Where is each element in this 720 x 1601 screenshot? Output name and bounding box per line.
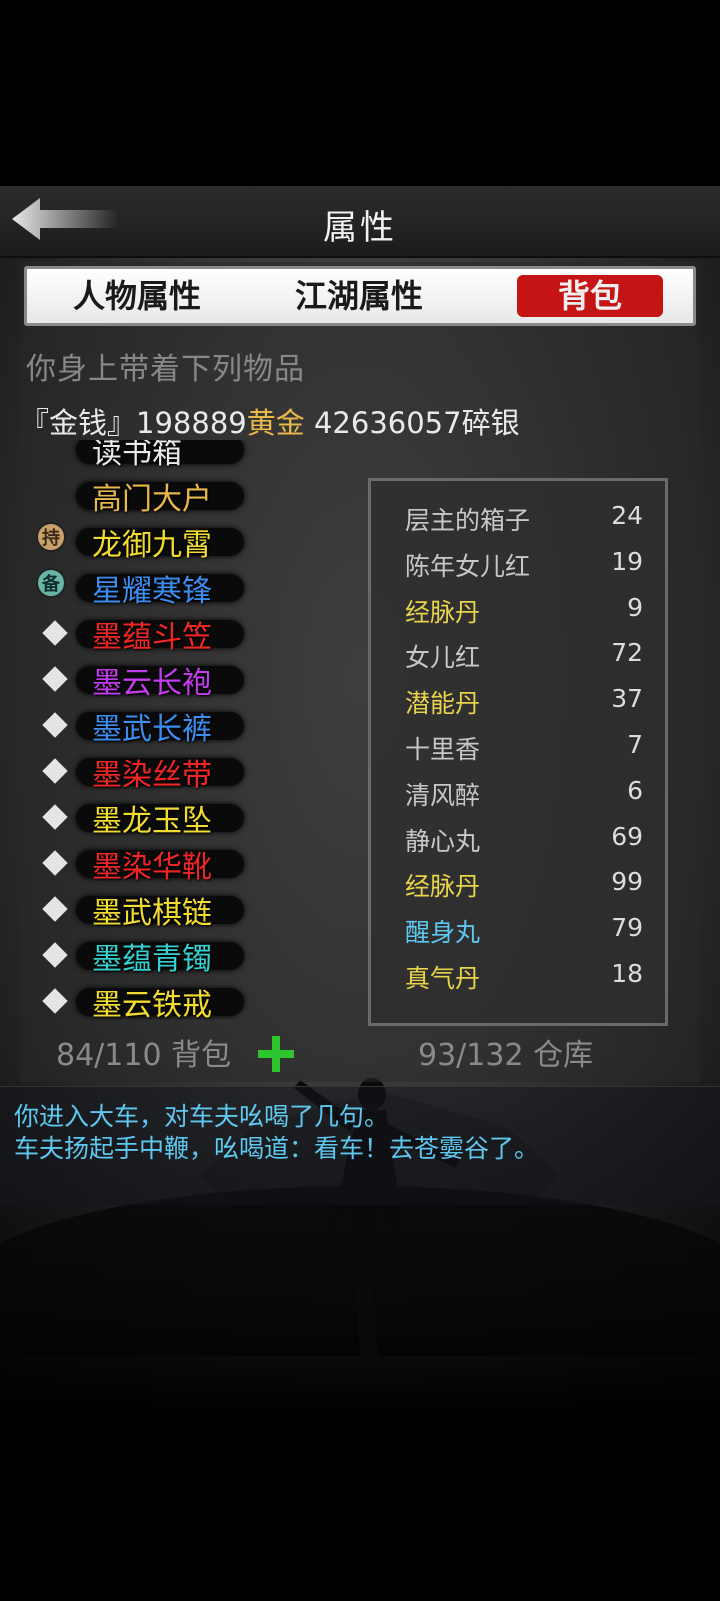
item-count: 69: [611, 821, 643, 851]
item-name: 醒身丸: [405, 918, 481, 948]
item-row[interactable]: 清风醉 6: [405, 772, 655, 818]
item-list-box: 层主的箱子 24 陈年女儿红 19 经脉丹 9 女儿红 72 潜能丹 37 十里香 7 清风醉 6 静心丸 6…: [368, 478, 668, 1026]
item-row[interactable]: 真气丹 18: [405, 955, 655, 1001]
wielding-badge-icon: 持: [36, 522, 66, 552]
equipment-item[interactable]: 高门大户: [30, 472, 360, 518]
bag-capacity: 84/110 背包: [56, 1038, 232, 1073]
item-count: 79: [611, 913, 643, 943]
silver-label: 碎银: [461, 406, 520, 440]
item-count: 7: [627, 730, 643, 759]
equipment-name: 墨武棋链: [92, 896, 212, 931]
equipment-item[interactable]: 备星耀寒锋: [30, 564, 360, 610]
item-count: 99: [611, 867, 643, 897]
equipment-name: 墨染丝带: [92, 758, 212, 793]
storage-capacity: 93/132 仓库: [418, 1038, 594, 1073]
tab-backpack[interactable]: 背包: [517, 275, 663, 317]
equipment-item[interactable]: 墨染丝带: [30, 748, 360, 794]
equipment-name: 读书箱: [92, 440, 182, 471]
message-log: 你进入大车，对车夫吆喝了几句。 车夫扬起手中鞭，吆喝道：看车！去苍孁谷了。: [0, 1086, 720, 1205]
equipment-item[interactable]: 墨武棋链: [30, 886, 360, 932]
equipment-name: 星耀寒锋: [92, 574, 212, 609]
diamond-bullet-icon: [42, 942, 68, 968]
item-count: 19: [611, 546, 643, 576]
item-row[interactable]: 醒身丸 79: [405, 909, 655, 955]
equipment-item-partial[interactable]: 读书箱: [30, 440, 360, 472]
equipment-name: 墨云铁戒: [92, 988, 212, 1020]
equipment-name: 墨武长裤: [92, 712, 212, 747]
item-name: 经脉丹: [405, 872, 481, 902]
tab-character-attributes[interactable]: 人物属性: [67, 275, 207, 317]
tab-jianghu-attributes[interactable]: 江湖属性: [289, 275, 429, 317]
item-row[interactable]: 经脉丹 99: [405, 863, 655, 909]
equipment-item[interactable]: 墨蕴斗笠: [30, 610, 360, 656]
item-row[interactable]: 静心丸 69: [405, 818, 655, 864]
page-title: 属性: [323, 208, 397, 248]
item-count: 6: [627, 775, 643, 805]
equipment-item[interactable]: 墨云铁戒: [30, 978, 360, 1020]
spare-badge-icon: 备: [36, 568, 66, 598]
item-name: 陈年女儿红: [405, 551, 531, 581]
item-name: 女儿红: [405, 643, 481, 673]
item-name: 真气丹: [405, 964, 481, 993]
equipment-item[interactable]: 墨云长袍: [30, 656, 360, 702]
item-count: 24: [611, 501, 643, 530]
silver-amount: 42636057: [304, 406, 462, 440]
equipment-item[interactable]: 墨武长裤: [30, 702, 360, 748]
diamond-bullet-icon: [42, 712, 68, 738]
title-bar: 属性: [0, 186, 720, 258]
item-name: 经脉丹: [405, 597, 481, 627]
diamond-bullet-icon: [42, 758, 68, 784]
item-row[interactable]: 层主的箱子 24: [405, 497, 655, 543]
item-name: 潜能丹: [405, 689, 481, 719]
equipment-item[interactable]: 墨染华靴: [30, 840, 360, 886]
diamond-bullet-icon: [42, 666, 68, 692]
equipment-item[interactable]: 持龙御九霄: [30, 518, 360, 564]
tab-bar: 人物属性 江湖属性 背包: [24, 266, 696, 326]
log-line: 你进入大车，对车夫吆喝了几句。: [14, 1102, 390, 1131]
money-prefix: 『金钱』: [20, 406, 137, 440]
item-count: 72: [611, 638, 643, 668]
diamond-bullet-icon: [42, 850, 68, 876]
log-line: 车夫扬起手中鞭，吆喝道：看车！去苍孁谷了。: [14, 1134, 540, 1163]
equipment-item[interactable]: 墨蕴青镯: [30, 932, 360, 978]
inventory-subtitle: 你身上带着下列物品: [26, 352, 305, 387]
gold-label: 黄金: [246, 406, 305, 440]
equipment-name: 墨蕴青镯: [92, 942, 212, 977]
item-row[interactable]: 经脉丹 9: [405, 589, 655, 635]
item-count: 18: [611, 959, 643, 988]
item-name: 十里香: [405, 735, 481, 764]
equipment-name: 龙御九霄: [92, 528, 212, 563]
expand-bag-button[interactable]: [258, 1036, 294, 1072]
item-row[interactable]: 十里香 7: [405, 726, 655, 772]
money-line: 『金钱』198889黄金 42636057碎银: [20, 400, 520, 442]
diamond-bullet-icon: [42, 988, 68, 1014]
diamond-bullet-icon: [42, 620, 68, 646]
equipment-name: 墨云长袍: [92, 666, 212, 701]
gold-amount: 198889: [136, 406, 247, 440]
item-name: 层主的箱子: [405, 506, 531, 535]
diamond-bullet-icon: [42, 896, 68, 922]
item-row[interactable]: 陈年女儿红 19: [405, 543, 655, 589]
item-count: 37: [611, 684, 643, 714]
equipment-name: 墨龙玉坠: [92, 804, 212, 839]
item-name: 清风醉: [405, 780, 481, 810]
item-name: 静心丸: [405, 826, 481, 856]
diamond-bullet-icon: [42, 804, 68, 830]
item-count: 9: [627, 592, 643, 622]
equipment-name: 墨蕴斗笠: [92, 620, 212, 655]
equipment-name: 高门大户: [92, 482, 212, 517]
item-row[interactable]: 女儿红 72: [405, 634, 655, 680]
equipment-list: 读书箱 高门大户持龙御九霄备星耀寒锋 墨蕴斗笠 墨云长袍 墨武长裤 墨染丝带 墨龙玉坠 墨染…: [30, 440, 360, 1020]
equipment-item[interactable]: 墨龙玉坠: [30, 794, 360, 840]
item-row[interactable]: 潜能丹 37: [405, 680, 655, 726]
equipment-name: 墨染华靴: [92, 850, 212, 885]
